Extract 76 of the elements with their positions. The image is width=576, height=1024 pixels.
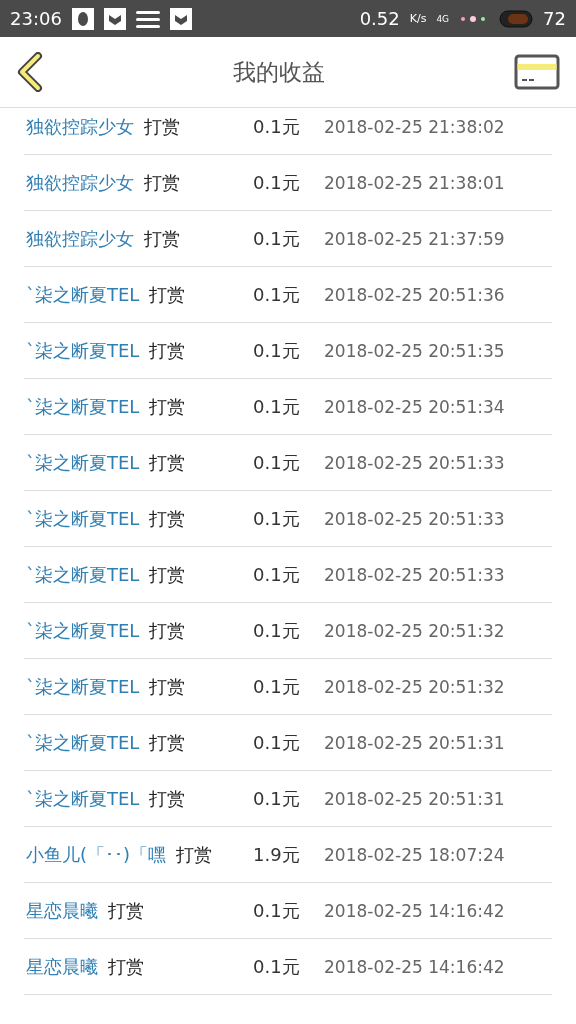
user-name[interactable]: `柒之断夏TEL: [26, 282, 140, 307]
amount: 0.1元: [253, 282, 301, 307]
timestamp: 2018-02-25 14:16:42: [324, 956, 505, 977]
action-label: 打赏: [149, 730, 186, 755]
action-label: 打赏: [176, 842, 213, 867]
timestamp: 2018-02-25 21:37:59: [324, 228, 505, 249]
page-title: 我的收益: [233, 57, 325, 87]
amount: 0.1元: [253, 618, 301, 643]
user-name[interactable]: `柒之断夏TEL: [26, 618, 140, 643]
amount: 0.1元: [253, 954, 301, 979]
timestamp: 2018-02-25 20:51:33: [324, 452, 505, 473]
timestamp: 2018-02-25 21:38:01: [324, 172, 505, 193]
clock-time: 23:06: [10, 8, 62, 29]
timestamp: 2018-02-25 18:07:24: [324, 844, 505, 865]
action-label: 打赏: [144, 170, 180, 195]
action-label: 打赏: [108, 954, 144, 979]
action-label: 打赏: [149, 674, 186, 699]
user-name[interactable]: 独欲控踪少女: [26, 170, 134, 195]
card-button[interactable]: [514, 54, 560, 90]
user-name[interactable]: `柒之断夏TEL: [26, 394, 140, 419]
user-name[interactable]: `柒之断夏TEL: [26, 450, 140, 475]
amount: 1.9元: [253, 842, 301, 867]
user-name[interactable]: 小鱼儿(「･･)「嘿: [26, 842, 167, 867]
amount: 0.1元: [253, 786, 301, 811]
amount: 0.1元: [253, 226, 301, 251]
timestamp: 2018-02-25 20:51:33: [324, 508, 505, 529]
timestamp: 2018-02-25 20:51:32: [324, 676, 505, 697]
amount: 0.1元: [253, 394, 301, 419]
user-name[interactable]: 独欲控踪少女: [26, 114, 134, 139]
timestamp: 2018-02-25 21:38:02: [324, 116, 505, 137]
timestamp: 2018-02-25 20:51:36: [324, 284, 505, 305]
network-type: 4G: [436, 13, 450, 24]
notification-icon: [169, 7, 192, 30]
action-label: 打赏: [149, 618, 186, 643]
amount: 0.1元: [253, 338, 301, 363]
timestamp: 2018-02-25 20:51:31: [324, 732, 505, 753]
battery-icon: [499, 9, 534, 28]
action-label: 打赏: [149, 394, 186, 419]
amount: 0.1元: [253, 170, 301, 195]
action-label: 打赏: [144, 226, 180, 251]
menu-icon: [135, 8, 160, 29]
speed-unit: K/s: [409, 12, 427, 25]
action-label: 打赏: [149, 562, 186, 587]
user-name[interactable]: 星恋晨曦: [26, 898, 98, 923]
amount: 0.1元: [253, 114, 301, 139]
user-name[interactable]: `柒之断夏TEL: [26, 730, 140, 755]
user-name[interactable]: `柒之断夏TEL: [26, 562, 140, 587]
amount: 0.1元: [253, 730, 301, 755]
timestamp: 2018-02-25 20:51:31: [324, 788, 505, 809]
timestamp: 2018-02-25 20:51:33: [324, 564, 505, 585]
timestamp: 2018-02-25 20:51:32: [324, 620, 505, 641]
user-name[interactable]: 独欲控踪少女: [26, 226, 134, 251]
amount: 0.1元: [253, 506, 301, 531]
network-speed: 0.52: [359, 8, 400, 29]
action-label: 打赏: [149, 282, 186, 307]
amount: 0.1元: [253, 674, 301, 699]
timestamp: 2018-02-25 14:16:42: [324, 900, 505, 921]
action-label: 打赏: [144, 114, 180, 139]
action-label: 打赏: [149, 450, 186, 475]
action-label: 打赏: [149, 506, 186, 531]
battery-level: 72: [543, 8, 566, 29]
notification-icon: [103, 7, 126, 30]
timestamp: 2018-02-25 20:51:35: [324, 340, 505, 361]
amount: 0.1元: [253, 898, 301, 923]
timestamp: 2018-02-25 20:51:34: [324, 396, 505, 417]
back-button[interactable]: [16, 52, 44, 92]
user-name[interactable]: `柒之断夏TEL: [26, 338, 140, 363]
user-name[interactable]: `柒之断夏TEL: [26, 506, 140, 531]
action-label: 打赏: [149, 338, 186, 363]
user-name[interactable]: `柒之断夏TEL: [26, 786, 140, 811]
user-name[interactable]: `柒之断夏TEL: [26, 674, 140, 699]
action-label: 打赏: [149, 786, 186, 811]
amount: 0.1元: [253, 450, 301, 475]
action-label: 打赏: [108, 898, 144, 923]
user-name[interactable]: 星恋晨曦: [26, 954, 98, 979]
amount: 0.1元: [253, 562, 301, 587]
